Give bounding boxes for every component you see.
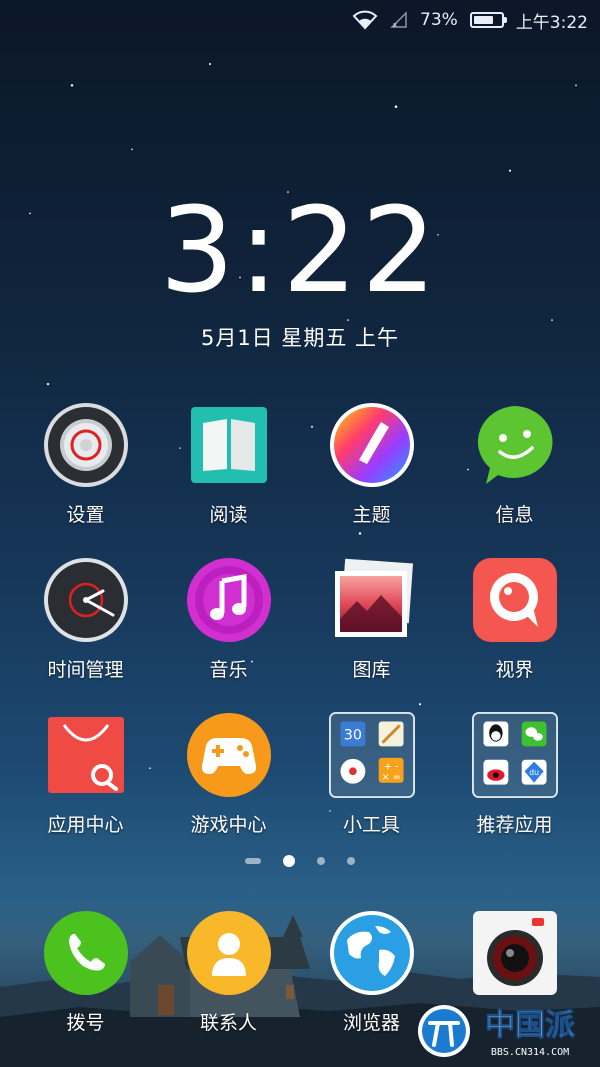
- watermark-logo-text: 中国派: [485, 1008, 575, 1043]
- app-time-management[interactable]: 时间管理: [14, 557, 157, 682]
- signal-icon: x: [390, 11, 408, 29]
- clock-time: 3:22: [159, 181, 441, 319]
- app-video[interactable]: 视界: [443, 557, 586, 682]
- app-dialer[interactable]: 拨号: [14, 910, 157, 1035]
- theme-icon: [329, 402, 415, 488]
- app-grid: 设置 阅读 主题 信息 时间管理 音乐 图库 视界 应用中心 游戏中心 30 +…: [0, 402, 600, 837]
- contacts-icon: [186, 910, 272, 996]
- clock-widget[interactable]: 3:22: [0, 190, 600, 310]
- app-label: 拨号: [66, 1012, 105, 1034]
- status-bar: x 73% 上午3:22: [0, 0, 600, 40]
- app-label: 图库: [352, 659, 391, 681]
- page-dot-home[interactable]: [245, 858, 261, 864]
- app-store-icon: [43, 712, 129, 798]
- app-reader[interactable]: 阅读: [157, 402, 300, 527]
- settings-icon: [43, 402, 129, 488]
- music-icon: [186, 557, 272, 643]
- battery-icon: [469, 12, 507, 28]
- video-icon: [472, 557, 558, 643]
- svg-text:× =: × =: [381, 772, 400, 783]
- phone-icon: [43, 910, 129, 996]
- page-indicator[interactable]: [0, 855, 600, 867]
- app-settings[interactable]: 设置: [14, 402, 157, 527]
- app-label: 视界: [495, 659, 534, 681]
- page-dot[interactable]: [347, 857, 355, 865]
- app-label: 联系人: [199, 1012, 257, 1034]
- folder-tools[interactable]: 30 + - × = 小工具: [300, 712, 443, 837]
- svg-text:du: du: [529, 768, 539, 777]
- page-dot[interactable]: [317, 857, 325, 865]
- tools-folder-icon: 30 + - × =: [328, 712, 415, 798]
- browser-icon: [329, 910, 415, 996]
- clock-date: 5月1日 星期五 上午: [200, 326, 400, 350]
- recommended-folder-icon: du: [471, 712, 558, 798]
- status-time: 上午3:22: [515, 12, 588, 33]
- watermark-url: BBS.CN314.COM: [491, 1047, 569, 1058]
- page-dot-current[interactable]: [283, 855, 295, 867]
- svg-text:x: x: [393, 21, 397, 29]
- app-label: 音乐: [209, 659, 248, 681]
- reader-icon: [186, 402, 272, 488]
- app-label: 应用中心: [47, 814, 124, 836]
- app-label: 信息: [495, 504, 534, 526]
- app-label: 浏览器: [342, 1012, 400, 1034]
- camera-icon: [472, 910, 558, 996]
- app-label: 设置: [66, 504, 105, 526]
- app-label: 小工具: [342, 814, 400, 836]
- clock-icon: [43, 557, 129, 643]
- site-watermark-logo: 中国派 BBS.CN314.COM: [418, 1005, 576, 1058]
- app-label: 时间管理: [47, 659, 124, 681]
- app-label: 阅读: [209, 504, 248, 526]
- messages-icon: [472, 402, 558, 488]
- gallery-icon: [329, 557, 415, 643]
- app-label: 主题: [352, 504, 391, 526]
- app-app-center[interactable]: 应用中心: [14, 712, 157, 837]
- app-contacts[interactable]: 联系人: [157, 910, 300, 1035]
- app-label: 游戏中心: [190, 814, 267, 836]
- app-messages[interactable]: 信息: [443, 402, 586, 527]
- wifi-icon: [352, 10, 378, 30]
- folder-recommended[interactable]: du 推荐应用: [443, 712, 586, 837]
- game-center-icon: [186, 712, 272, 798]
- app-theme[interactable]: 主题: [300, 402, 443, 527]
- battery-percent: 73%: [420, 10, 458, 30]
- app-label: 推荐应用: [476, 814, 553, 836]
- app-gallery[interactable]: 图库: [300, 557, 443, 682]
- calendar-day: 30: [343, 728, 361, 744]
- svg-text:+ -: + -: [383, 761, 397, 772]
- app-game-center[interactable]: 游戏中心: [157, 712, 300, 837]
- app-music[interactable]: 音乐: [157, 557, 300, 682]
